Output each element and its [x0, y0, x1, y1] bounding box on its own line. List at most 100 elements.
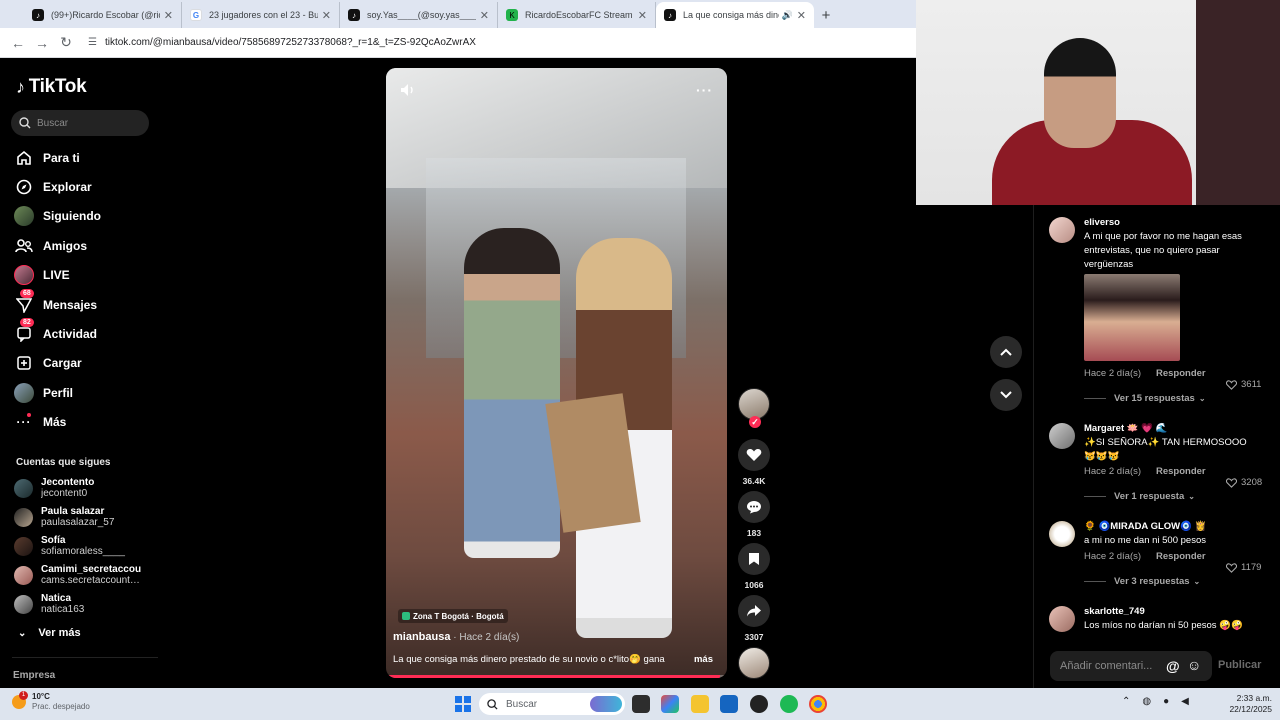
- nav-mensajes[interactable]: 68 Mensajes: [14, 289, 97, 317]
- back-arrow-icon[interactable]: ←: [6, 31, 30, 55]
- new-tab-button[interactable]: +: [814, 2, 838, 28]
- comment-user[interactable]: eliverso: [1084, 217, 1120, 228]
- comment-item: 🌻 🧿MIRADA GLOW🧿 👸 a mi no me dan ni 500 …: [1049, 521, 1277, 591]
- speaker-icon[interactable]: 🔊: [782, 10, 793, 21]
- volume-icon[interactable]: ◀: [1181, 696, 1189, 707]
- store-icon[interactable]: [720, 695, 738, 713]
- upload-icon: [14, 353, 34, 373]
- divider: [1084, 398, 1106, 399]
- emoji-icon[interactable]: ☺: [1187, 657, 1201, 673]
- browser-tab[interactable]: G 23 jugadores con el 23 - Buscar ✕: [182, 2, 340, 28]
- more-options-icon[interactable]: ···: [696, 82, 713, 98]
- browser-tab-active[interactable]: ♪ La que consiga más dinero 🔊 ✕: [656, 2, 814, 28]
- search-input[interactable]: Buscar: [11, 110, 149, 136]
- location-tag[interactable]: Zona T Bogotá · Bogotá: [398, 609, 508, 623]
- following-item[interactable]: Paula salazar paulasalazar_57: [14, 504, 141, 530]
- following-handle: sofiamoraless____: [41, 546, 125, 557]
- nav-mas[interactable]: ··· Más: [14, 410, 66, 434]
- mention-icon[interactable]: @: [1166, 658, 1180, 674]
- share-button[interactable]: [738, 595, 770, 627]
- obs-icon[interactable]: [750, 695, 768, 713]
- save-button[interactable]: [738, 543, 770, 575]
- close-tab-icon[interactable]: ✕: [322, 9, 331, 22]
- following-item[interactable]: Sofía sofiamoraless____: [14, 533, 141, 559]
- close-tab-icon[interactable]: ✕: [797, 9, 806, 22]
- browser-tab[interactable]: ♪ (99+)Ricardo Escobar (@ric… ✕: [24, 2, 182, 28]
- view-replies-button[interactable]: Ver 3 respuestas ⌄: [1084, 576, 1200, 587]
- chrome-icon[interactable]: [809, 695, 827, 713]
- comment-like-button[interactable]: 1179: [1226, 562, 1261, 573]
- comment-input[interactable]: Añadir comentari... @ ☺: [1050, 651, 1212, 681]
- company-link[interactable]: Empresa: [13, 670, 55, 681]
- chevron-up-icon: [1000, 348, 1012, 356]
- network-icon[interactable]: ◍: [1142, 696, 1151, 707]
- nav-para-ti[interactable]: Para ti: [14, 146, 80, 170]
- follow-plus-icon[interactable]: ✓: [749, 416, 761, 428]
- reply-button[interactable]: Responder: [1156, 551, 1206, 562]
- previous-video-button[interactable]: [990, 336, 1022, 368]
- task-view-icon[interactable]: [632, 695, 650, 713]
- nav-explorar[interactable]: Explorar: [14, 175, 92, 199]
- video-author[interactable]: mianbausa: [393, 631, 450, 643]
- weather-widget[interactable]: 1 10°C Prac. despejado: [12, 691, 90, 712]
- video-player[interactable]: ··· Zona T Bogotá · Bogotá mianbausa · H…: [386, 68, 727, 678]
- nav-cargar[interactable]: Cargar: [14, 351, 82, 375]
- url-field[interactable]: ☰ tiktok.com/@mianbausa/video/7585689725…: [82, 32, 902, 54]
- avatar: [14, 507, 33, 527]
- following-item[interactable]: Camimi_secretaccou… cams.secretaccount…: [14, 562, 141, 588]
- browser-tab[interactable]: K RicardoEscobarFC Stream - Wa ✕: [498, 2, 656, 28]
- close-tab-icon[interactable]: ✕: [480, 9, 489, 22]
- avatar[interactable]: [1049, 423, 1075, 449]
- site-info-icon[interactable]: ☰: [88, 37, 97, 48]
- start-button[interactable]: [455, 696, 471, 712]
- taskbar-search-label: Buscar: [506, 698, 538, 710]
- nav-label: Cargar: [43, 356, 82, 370]
- comment-like-button[interactable]: 3611: [1226, 379, 1261, 390]
- clock[interactable]: 2:33 a.m. 22/12/2025: [1226, 693, 1272, 715]
- avatar[interactable]: [1049, 217, 1075, 243]
- reply-button[interactable]: Responder: [1156, 368, 1206, 379]
- view-replies-button[interactable]: Ver 1 respuesta ⌄: [1084, 491, 1195, 502]
- nav-siguiendo[interactable]: Siguiendo: [14, 204, 101, 228]
- nav-live[interactable]: LIVE: [14, 263, 70, 287]
- see-more-button[interactable]: ⌄ Ver más: [18, 627, 81, 639]
- next-video-button[interactable]: [990, 379, 1022, 411]
- following-item[interactable]: Natica natica163: [14, 591, 141, 617]
- following-item[interactable]: Jecontento jecontent0: [14, 475, 141, 501]
- close-tab-icon[interactable]: ✕: [164, 9, 173, 22]
- weather-sun-icon: 1: [12, 691, 28, 709]
- comment-image[interactable]: [1084, 274, 1180, 361]
- volume-icon[interactable]: [400, 83, 416, 102]
- reload-icon[interactable]: ↻: [54, 31, 78, 55]
- nav-amigos[interactable]: Amigos: [14, 234, 87, 258]
- avatar[interactable]: [1049, 606, 1075, 632]
- comment-user[interactable]: Margaret 🪷 💗 🌊: [1084, 423, 1168, 434]
- browser-tab[interactable]: ♪ soy.Yas____(@soy.yas____) | ✕: [340, 2, 498, 28]
- close-tab-icon[interactable]: ✕: [638, 9, 647, 22]
- spotify-icon[interactable]: [780, 695, 798, 713]
- comment-count: 183: [746, 528, 762, 538]
- nav-perfil[interactable]: Perfil: [14, 381, 73, 405]
- share-count: 3307: [744, 632, 764, 642]
- nav-actividad[interactable]: 82 Actividad: [14, 318, 97, 346]
- view-replies-button[interactable]: Ver 15 respuestas ⌄: [1084, 393, 1206, 404]
- comment-like-button[interactable]: 3208: [1226, 477, 1262, 488]
- copilot-icon[interactable]: [661, 695, 679, 713]
- music-disc-button[interactable]: [738, 647, 770, 679]
- file-explorer-icon[interactable]: [691, 695, 709, 713]
- like-button[interactable]: [738, 439, 770, 471]
- comment-button[interactable]: [738, 491, 770, 523]
- video-progress-bar[interactable]: [386, 675, 727, 678]
- forward-arrow-icon[interactable]: →: [30, 31, 54, 55]
- publish-button[interactable]: Publicar: [1218, 659, 1261, 671]
- comment-user[interactable]: skarlotte_749: [1084, 606, 1145, 617]
- microphone-icon[interactable]: ●: [1163, 696, 1169, 707]
- avatar[interactable]: [1049, 521, 1075, 547]
- caption-more-button[interactable]: más: [694, 654, 713, 665]
- tiktok-logo[interactable]: ♪ TikTok: [16, 76, 87, 98]
- reply-button[interactable]: Responder: [1156, 466, 1206, 477]
- comment-user[interactable]: 🌻 🧿MIRADA GLOW🧿 👸: [1084, 521, 1206, 532]
- following-handle: paulasalazar_57: [41, 517, 115, 528]
- taskbar-search[interactable]: Buscar: [479, 693, 625, 715]
- tray-chevron-up-icon[interactable]: ⌃: [1122, 696, 1130, 707]
